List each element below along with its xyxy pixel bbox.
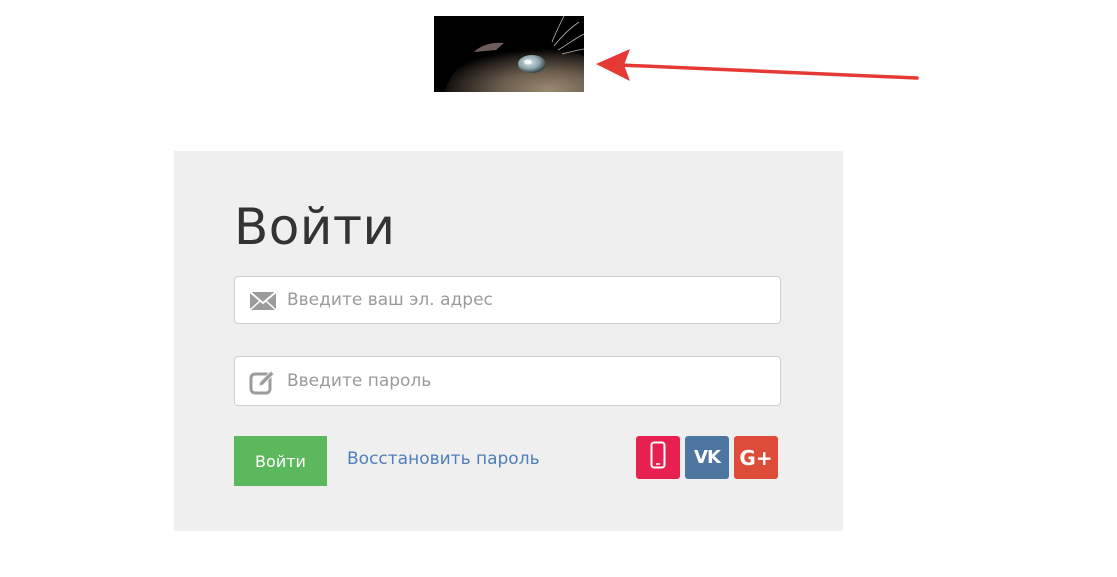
password-field-wrapper bbox=[234, 356, 781, 406]
email-field-wrapper bbox=[234, 276, 781, 324]
cat-photo-graphic bbox=[434, 16, 584, 92]
login-title: Войти bbox=[234, 198, 396, 256]
vk-login-button[interactable]: VK bbox=[685, 436, 729, 479]
password-input[interactable] bbox=[287, 357, 767, 405]
page: Войти Войти Восстановить bbox=[0, 0, 1117, 577]
edit-icon bbox=[249, 369, 277, 395]
envelope-icon bbox=[249, 289, 277, 313]
phone-login-button[interactable] bbox=[636, 436, 680, 479]
cat-image bbox=[434, 16, 584, 92]
login-button[interactable]: Войти bbox=[234, 436, 327, 486]
red-arrow-annotation bbox=[596, 49, 919, 81]
google-plus-icon: G+ bbox=[739, 445, 773, 470]
phone-icon bbox=[650, 441, 666, 474]
restore-password-link[interactable]: Восстановить пароль bbox=[347, 449, 540, 469]
google-plus-login-button[interactable]: G+ bbox=[734, 436, 778, 479]
email-input[interactable] bbox=[287, 277, 767, 323]
login-panel: Войти Войти Восстановить bbox=[174, 151, 843, 531]
vk-icon: VK bbox=[694, 447, 721, 468]
